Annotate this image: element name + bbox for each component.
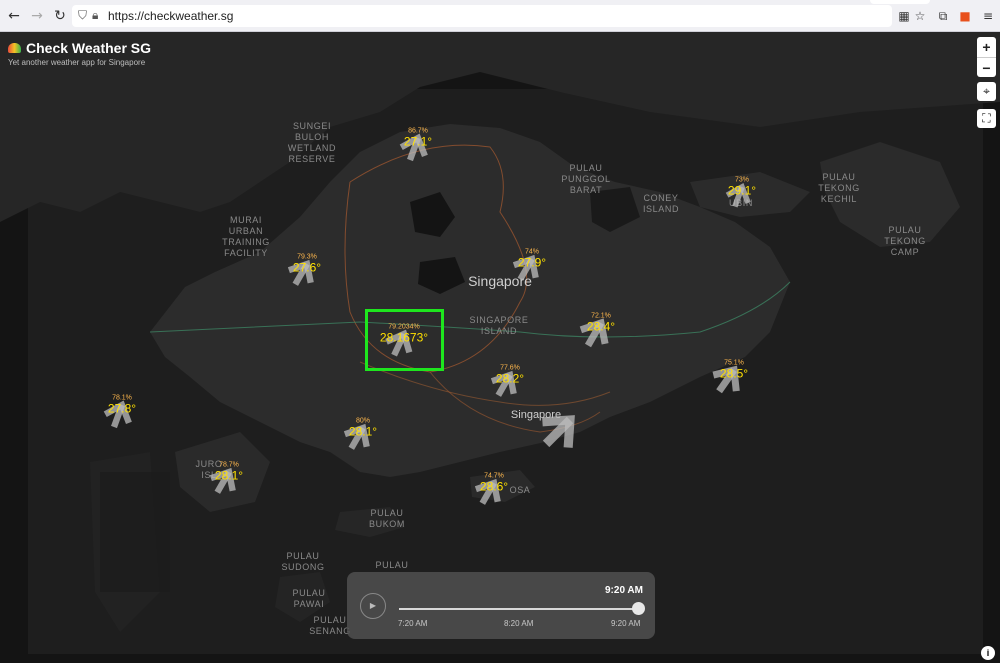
cloud-rainbow-logo-icon bbox=[8, 43, 21, 53]
weather-station[interactable]: 72.1% 28.4° bbox=[587, 313, 615, 334]
timeline-tick-label: 7:20 AM bbox=[398, 619, 428, 628]
weather-station[interactable]: 79.3% 27.6° bbox=[293, 254, 321, 275]
app-subtitle: Yet another weather app for Singapore bbox=[8, 58, 146, 67]
zoom-out-button[interactable]: − bbox=[977, 57, 996, 77]
weather-station[interactable]: 86.7% 27.1° bbox=[404, 128, 432, 149]
weather-station[interactable]: 75.1% 28.5° bbox=[720, 360, 748, 381]
station-temperature: 28.4° bbox=[586, 319, 616, 334]
reload-icon[interactable]: ↻ bbox=[52, 8, 68, 24]
timeline-slider-thumb[interactable] bbox=[632, 602, 645, 615]
qr-code-icon[interactable]: ▦ bbox=[896, 8, 912, 24]
selected-station-highlight bbox=[365, 309, 444, 371]
info-button[interactable]: i bbox=[981, 646, 995, 660]
zoom-control: + − bbox=[977, 37, 996, 77]
browser-toolbar: ← → ↻ ⛉ 🔒︎ https://checkweather.sg ▦ ☆ ⧉… bbox=[0, 0, 1000, 32]
current-time: 9:20 AM bbox=[605, 585, 643, 596]
station-temperature: 28.2° bbox=[495, 371, 525, 386]
weather-station[interactable]: 73% 29.1° bbox=[728, 177, 756, 198]
active-tab[interactable] bbox=[870, 0, 930, 4]
shield-icon[interactable]: ⛉ bbox=[78, 8, 87, 23]
station-temperature: 28.6° bbox=[479, 479, 509, 494]
weather-station[interactable]: 77.6% 28.2° bbox=[496, 365, 524, 386]
weather-station[interactable]: 74.7% 28.6° bbox=[480, 473, 508, 494]
station-temperature: 27.9° bbox=[517, 255, 547, 270]
app-title: Check Weather SG bbox=[26, 40, 152, 56]
weather-station[interactable]: 78.7% 28.1° bbox=[215, 462, 243, 483]
station-temperature: 27.6° bbox=[292, 260, 322, 275]
zoom-in-button[interactable]: + bbox=[977, 37, 996, 57]
weather-station[interactable]: 80% 28.1° bbox=[349, 418, 377, 439]
station-temperature: 29.1° bbox=[727, 183, 757, 198]
weather-station[interactable]: 78.1% 27.8° bbox=[108, 395, 136, 416]
lock-icon[interactable]: 🔒︎ bbox=[92, 8, 98, 23]
url-text[interactable]: https://checkweather.sg bbox=[108, 9, 233, 23]
fit-bounds-icon[interactable]: ⛶ bbox=[977, 109, 996, 128]
locate-me-icon[interactable]: ⌖ bbox=[977, 82, 996, 101]
weather-station[interactable]: 74% 27.9° bbox=[518, 249, 546, 270]
station-temperature: 28.5° bbox=[719, 366, 749, 381]
extension-badge-icon[interactable]: ■ bbox=[957, 8, 973, 24]
station-temperature: 27.1° bbox=[403, 134, 433, 149]
app-header: Check Weather SG bbox=[8, 40, 151, 56]
address-bar[interactable]: ⛉ 🔒︎ https://checkweather.sg bbox=[72, 5, 892, 27]
timeline-tick-label: 9:20 AM bbox=[611, 619, 641, 628]
wind-direction-icon bbox=[542, 415, 575, 448]
menu-icon[interactable]: ≡ bbox=[980, 8, 996, 24]
bookmark-star-icon[interactable]: ☆ bbox=[912, 8, 928, 24]
timeline-track[interactable] bbox=[399, 608, 639, 610]
station-temperature: 28.1° bbox=[214, 468, 244, 483]
extensions-icon[interactable]: ⧉ bbox=[935, 8, 951, 24]
wind-arrows-layer bbox=[103, 133, 751, 505]
timeline-panel: ▶ 9:20 AM 7:20 AM 8:20 AM 9:20 AM bbox=[347, 572, 655, 639]
timeline-tick-label: 8:20 AM bbox=[504, 619, 534, 628]
play-icon[interactable]: ▶ bbox=[360, 593, 386, 619]
station-temperature: 28.1° bbox=[348, 424, 378, 439]
weather-map[interactable]: SUNGEI BULOH WETLAND RESERVE MURAI URBAN… bbox=[0, 32, 1000, 663]
back-arrow-icon[interactable]: ← bbox=[6, 8, 22, 24]
station-temperature: 27.8° bbox=[107, 401, 137, 416]
forward-arrow-icon[interactable]: → bbox=[29, 8, 45, 24]
